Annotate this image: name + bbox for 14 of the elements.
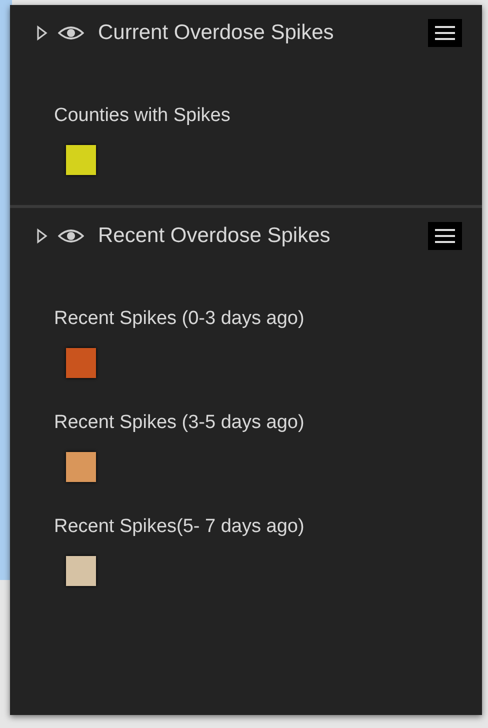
layer-title: Current Overdose Spikes xyxy=(98,21,335,45)
layer-title: Recent Overdose Spikes xyxy=(98,224,332,248)
menu-button[interactable] xyxy=(428,19,462,47)
expand-arrow-icon[interactable] xyxy=(36,25,48,41)
legend-label: Recent Spikes (0-3 days ago) xyxy=(54,308,304,330)
legend-label: Recent Spikes(5- 7 days ago) xyxy=(54,516,304,538)
menu-icon xyxy=(434,228,456,244)
eye-icon[interactable] xyxy=(58,228,84,244)
eye-icon[interactable] xyxy=(58,25,84,41)
expand-arrow-icon[interactable] xyxy=(36,228,48,244)
legend-label: Recent Spikes (3-5 days ago) xyxy=(54,412,304,434)
legend-label: Counties with Spikes xyxy=(54,105,230,127)
menu-button[interactable] xyxy=(428,222,462,250)
menu-icon xyxy=(434,25,456,41)
